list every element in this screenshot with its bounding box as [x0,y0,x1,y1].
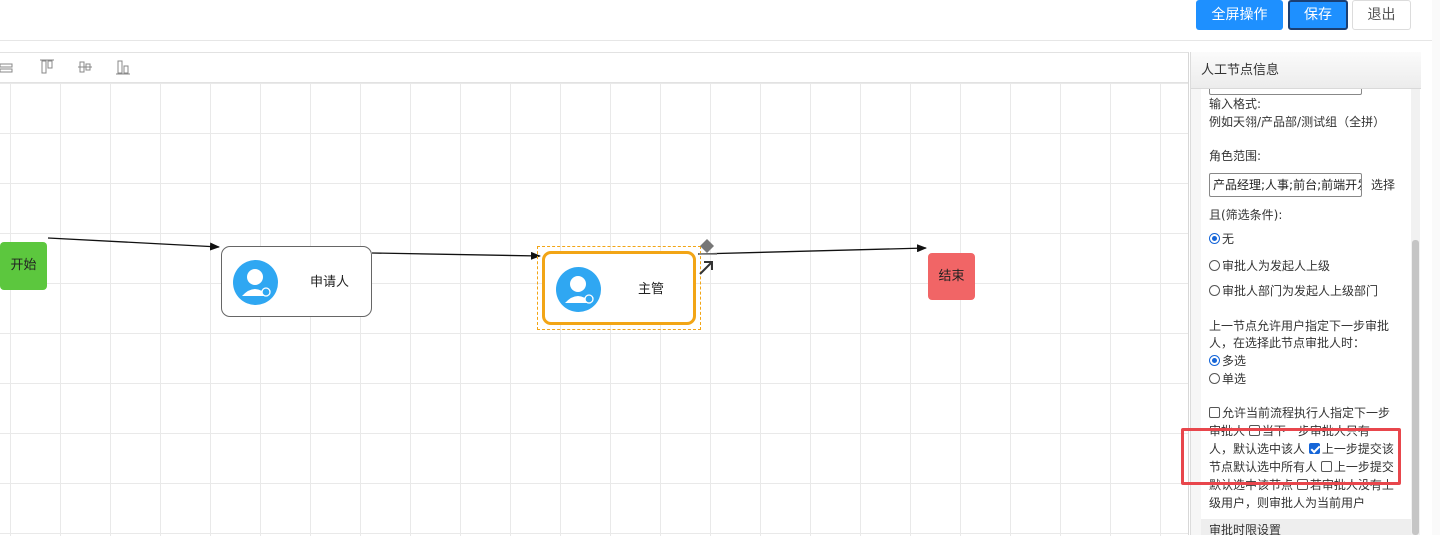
flow-canvas: 开始 申请人 主管 结束 [0,52,1189,536]
approval-time-label: 审批时限设置 [1209,523,1282,535]
eraser-icon[interactable] [697,235,719,255]
filter-option-superior[interactable]: 审批人为发起人上级 [1209,258,1330,275]
window-edge [1432,0,1440,535]
select-mode-multi[interactable]: 多选 [1209,353,1246,370]
radio-selected-icon[interactable] [1209,355,1220,366]
checkbox-icon[interactable] [1209,407,1220,418]
approval-time-section[interactable]: 审批时限设置 [1201,519,1411,535]
edge-start-applicant [47,237,220,251]
manager-node[interactable]: 主管 [542,251,696,325]
end-node[interactable]: 结束 [928,253,975,300]
radio-icon[interactable] [1209,260,1220,271]
filter-label: 且(筛选条件): [1209,208,1283,222]
filter-option-superior-dept[interactable]: 审批人部门为发起人上级部门 [1209,283,1378,300]
radio-icon[interactable] [1209,285,1220,296]
edge-applicant-manager [371,251,541,260]
prev-node-text-2: 人，在选择此节点审批人时： [1209,336,1366,350]
connect-arrow-icon[interactable] [697,259,715,277]
role-scope-label: 角色范围: [1209,149,1262,163]
save-button[interactable]: 保存 [1288,0,1348,30]
allow-specify-line[interactable]: 允许当前流程执行人指定下一步 [1209,405,1390,422]
edge-manager-end [697,244,927,255]
panel-scroll-thumb[interactable] [1412,240,1419,535]
user-avatar-icon [233,260,278,305]
applicant-node[interactable]: 申请人 [221,246,372,317]
top-header: 全屏操作 保存 退出 [0,0,1440,41]
align-left-icon[interactable] [0,59,16,75]
panel-title: 人工节点信息 [1191,52,1421,89]
exit-button[interactable]: 退出 [1352,0,1411,30]
allow-line-6: 级用户，则审批人为当前用户 [1209,496,1366,510]
department-input[interactable] [1209,89,1362,95]
highlight-annotation-box [1181,428,1401,485]
input-format-label: 输入格式: [1209,97,1262,111]
fullscreen-button[interactable]: 全屏操作 [1196,0,1283,30]
align-top-icon[interactable] [39,59,55,75]
applicant-node-label: 申请人 [310,275,350,290]
filter-option-none[interactable]: 无 [1209,231,1234,248]
role-scope-input[interactable]: 产品经理;人事;前台;前端开发 [1209,173,1362,197]
align-bottom-icon[interactable] [115,59,131,75]
radio-selected-icon[interactable] [1209,233,1220,244]
radio-icon[interactable] [1209,373,1220,384]
role-select-button[interactable]: 选择 [1371,177,1395,194]
user-avatar-icon [556,267,601,312]
align-middle-icon[interactable] [77,59,93,75]
manager-node-label: 主管 [638,282,665,297]
start-node[interactable]: 开始 [0,242,47,290]
select-mode-single[interactable]: 单选 [1209,371,1246,388]
prev-node-text-1: 上一节点允许用户指定下一步审批 [1209,319,1390,333]
canvas-grid[interactable]: 开始 申请人 主管 结束 [0,83,1188,536]
input-format-example: 例如天翎/产品部/测试组（全拼） [1209,115,1386,129]
canvas-toolbar [0,53,1188,83]
